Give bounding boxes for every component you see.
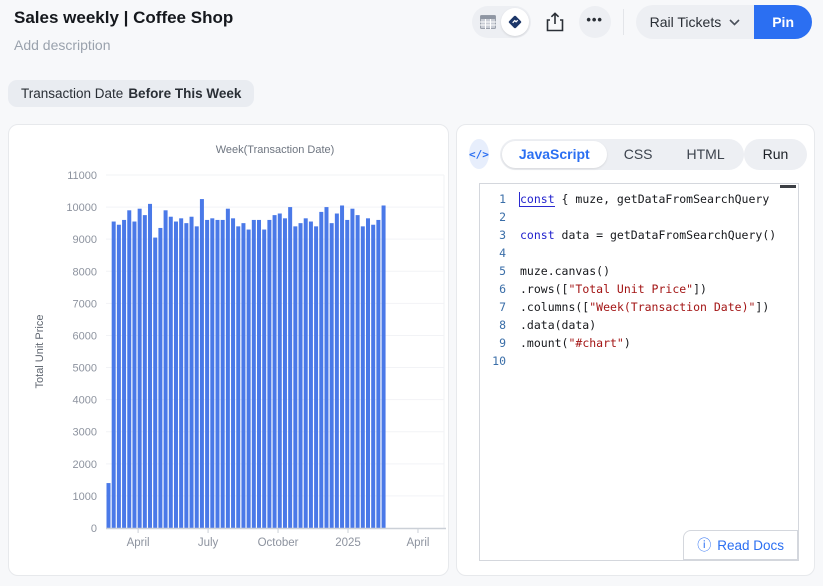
editor-header: </> JavaScript CSS HTML Run (469, 138, 802, 170)
table-view-icon[interactable] (480, 15, 496, 29)
tab-javascript[interactable]: JavaScript (502, 141, 607, 168)
tab-css[interactable]: CSS (607, 141, 670, 168)
chart-panel: Week(Transaction Date) 0 1000 2000 3000 4000 5… (8, 124, 449, 576)
dataset-selector[interactable]: Rail Tickets (636, 5, 755, 39)
svg-text:July: July (198, 537, 219, 549)
svg-text:Total Unit Price: Total Unit Price (34, 315, 46, 389)
muze-diamond-icon (506, 13, 524, 31)
more-options-button[interactable]: ••• (579, 6, 611, 38)
info-icon: ⓘ (697, 538, 711, 552)
svg-text:5000: 5000 (73, 363, 97, 375)
svg-text:2000: 2000 (73, 459, 97, 471)
bar-chart: Week(Transaction Date) 0 1000 2000 3000 4000 5… (9, 125, 448, 575)
code-icon: </> (469, 139, 489, 169)
svg-text:April: April (406, 537, 429, 549)
filter-value-label: Before This Week (128, 86, 241, 101)
chevron-down-icon (729, 19, 740, 26)
run-button[interactable]: Run (744, 139, 808, 170)
page-title: Sales weekly | Coffee Shop (14, 8, 233, 28)
share-icon (546, 12, 564, 32)
horizontal-scrollbar-thumb[interactable] (780, 185, 796, 188)
share-button[interactable] (539, 6, 571, 38)
filter-chip-transaction-date[interactable]: Transaction Date Before This Week (8, 80, 254, 107)
svg-text:4000: 4000 (73, 395, 97, 407)
svg-text:6000: 6000 (73, 330, 97, 342)
svg-text:Week(Transaction Date): Week(Transaction Date) (216, 144, 335, 156)
svg-text:1000: 1000 (73, 491, 97, 503)
dataset-selector-label: Rail Tickets (650, 14, 722, 30)
code-textarea[interactable]: 1const { muze, getDataFromSearchQuery23c… (479, 183, 799, 561)
description-placeholder[interactable]: Add description (14, 37, 111, 53)
svg-text:0: 0 (91, 523, 97, 535)
ellipsis-icon: ••• (586, 13, 603, 32)
svg-text:October: October (258, 537, 299, 549)
svg-text:11000: 11000 (67, 170, 97, 182)
view-mode-toggle[interactable] (472, 6, 531, 38)
dataset-pin-group: Rail Tickets Pin (636, 5, 812, 39)
code-editor-panel: </> JavaScript CSS HTML Run 1const { muz… (456, 124, 815, 576)
svg-text:April: April (127, 537, 150, 549)
read-docs-label: Read Docs (717, 538, 784, 553)
header-divider (623, 9, 624, 35)
svg-text:7000: 7000 (73, 298, 97, 310)
svg-text:8000: 8000 (73, 266, 97, 278)
svg-text:9000: 9000 (73, 234, 97, 246)
header-actions: ••• Rail Tickets Pin (472, 4, 812, 40)
code-lines: 1const { muze, getDataFromSearchQuery23c… (480, 190, 798, 370)
chart-view-toggle[interactable] (501, 8, 529, 36)
svg-text:3000: 3000 (73, 427, 97, 439)
filter-field-label: Transaction Date (21, 86, 123, 101)
svg-text:2025: 2025 (335, 537, 361, 549)
editor-tab-group: JavaScript CSS HTML (500, 139, 744, 170)
read-docs-link[interactable]: ⓘ Read Docs (683, 530, 798, 560)
tab-html[interactable]: HTML (670, 141, 742, 168)
pin-button[interactable]: Pin (754, 5, 812, 39)
svg-text:10000: 10000 (66, 202, 97, 214)
